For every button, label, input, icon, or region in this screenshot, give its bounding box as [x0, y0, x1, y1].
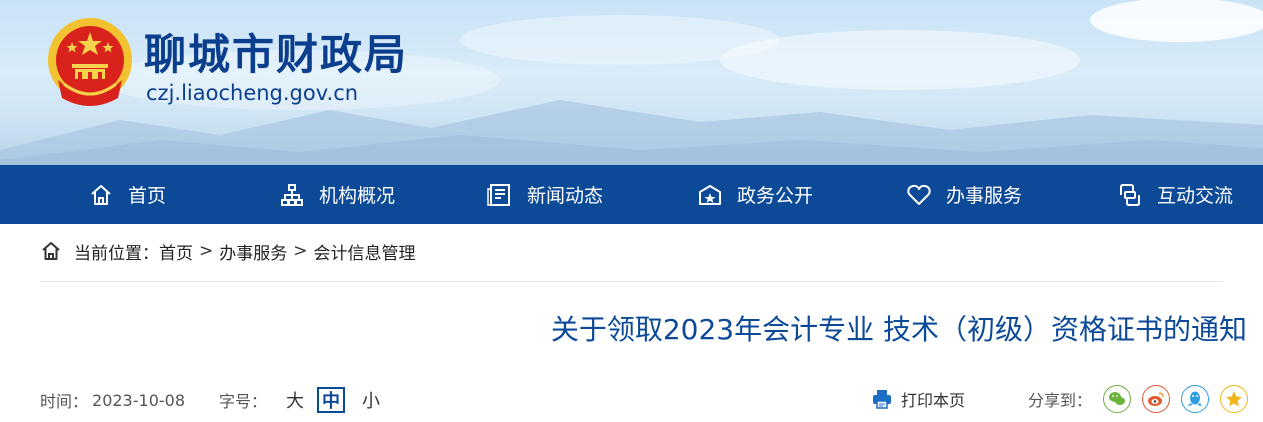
news-icon: [487, 183, 510, 206]
printer-icon: [873, 390, 891, 409]
site-name: 聊城市财政局: [144, 30, 409, 79]
home-icon: [91, 184, 111, 205]
nav-item-label: 新闻动态: [527, 185, 604, 207]
nav-item-organization[interactable]: 机构概况: [279, 165, 395, 224]
nav-item-gov-affairs[interactable]: 政务公开: [697, 165, 813, 224]
article-title: 关于领取2023年会计专业 技术（初级）资格证书的通知: [550, 313, 1247, 346]
nav-item-label: 首页: [128, 185, 167, 207]
font-size-large-button[interactable]: 大: [281, 387, 309, 413]
time-label: 时间：: [40, 392, 89, 411]
share-bar: 分享到：: [1028, 384, 1249, 414]
interaction-icon: [1120, 183, 1140, 206]
nav-item-label: 互动交流: [1157, 185, 1234, 207]
weibo-share-icon[interactable]: [1142, 385, 1171, 413]
font-size-small-button[interactable]: 小: [357, 387, 385, 413]
national-emblem-icon: [48, 18, 132, 106]
org-chart-icon: [281, 183, 303, 206]
font-size-medium-button[interactable]: 中: [317, 387, 346, 413]
nav-item-label: 办事服务: [946, 185, 1023, 207]
qq-share-icon[interactable]: [1181, 385, 1210, 413]
breadcrumb-separator: >: [199, 241, 214, 261]
nav-item-label: 机构概况: [319, 185, 396, 207]
site-domain: czj.liaocheng.gov.cn: [146, 81, 359, 105]
print-label: 打印本页: [901, 391, 966, 410]
share-label: 分享到：: [1028, 391, 1093, 410]
nav-item-label: 政务公开: [737, 185, 814, 207]
nav-item-news[interactable]: 新闻动态: [487, 165, 603, 224]
font-size-label: 字号：: [219, 392, 268, 411]
breadcrumb-prefix: 当前位置：: [74, 243, 159, 264]
divider: [40, 281, 1223, 282]
main-nav: 首页 机构概况 新闻动态 政务公开 办事服务 互动交流: [0, 165, 1263, 224]
site-header: 聊城市财政局 czj.liaocheng.gov.cn: [0, 0, 1263, 165]
breadcrumb-link-accounting[interactable]: 会计信息管理: [314, 239, 416, 264]
nav-item-home[interactable]: 首页: [88, 165, 166, 224]
wechat-share-icon[interactable]: [1103, 385, 1132, 413]
publish-date: 2023-10-08: [92, 390, 185, 410]
nav-item-interaction[interactable]: 互动交流: [1117, 165, 1233, 224]
breadcrumb-separator: >: [293, 241, 308, 261]
gov-affairs-icon: [699, 184, 721, 205]
qzone-share-icon[interactable]: [1220, 385, 1249, 413]
home-icon: [42, 242, 60, 260]
breadcrumb-link-home[interactable]: 首页: [159, 239, 193, 264]
print-button[interactable]: 打印本页: [872, 386, 965, 412]
article-meta: 时间： 2023-10-08 字号： 大 中 小: [40, 386, 385, 414]
breadcrumb-link-services[interactable]: 办事服务: [219, 239, 287, 264]
breadcrumb: 当前位置： 首页 > 办事服务 > 会计信息管理: [40, 236, 416, 266]
nav-item-services[interactable]: 办事服务: [906, 165, 1022, 224]
heart-icon: [907, 184, 931, 205]
